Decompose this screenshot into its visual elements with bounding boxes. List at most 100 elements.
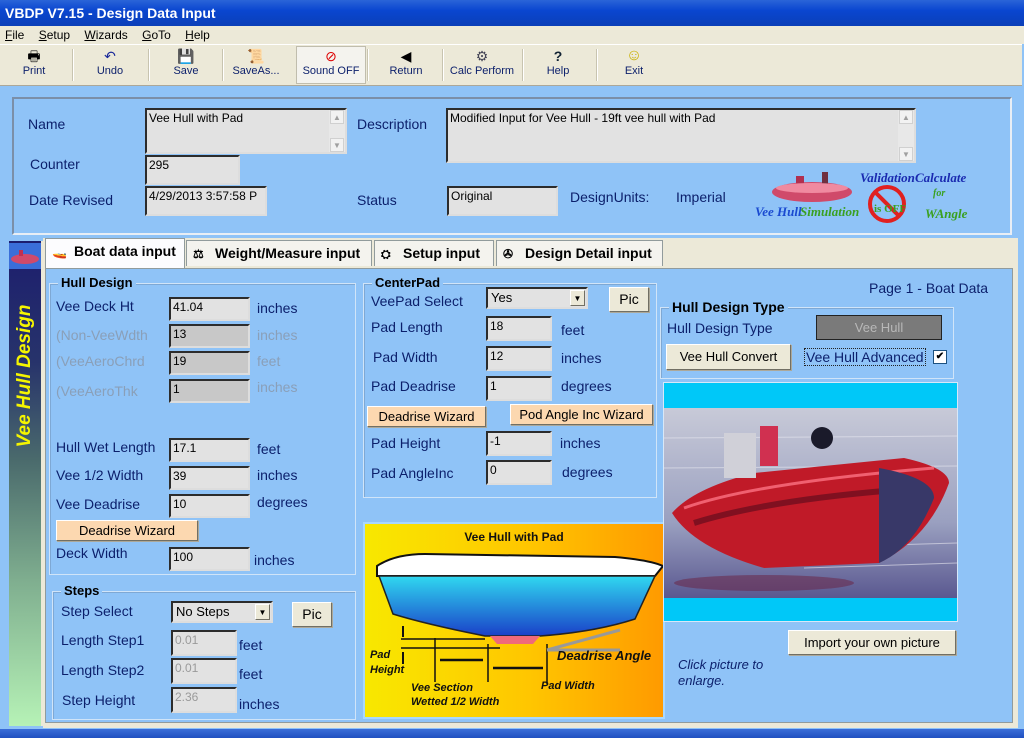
- pad-deadrise-wizard-button[interactable]: Deadrise Wizard: [367, 406, 486, 427]
- date-revised-label: Date Revised: [29, 192, 114, 208]
- vee-deck-ht-input[interactable]: 41.04: [169, 297, 250, 321]
- veepad-select-dropdown[interactable]: Yes ▼: [486, 287, 588, 309]
- undo-button[interactable]: ↶ Undo: [84, 47, 136, 83]
- scroll-up-icon[interactable]: ▲: [899, 110, 913, 124]
- vee-aero-thk-unit: inches: [257, 379, 298, 395]
- description-field[interactable]: Modified Input for Vee Hull - 19ft vee h…: [446, 108, 916, 163]
- non-vee-width-unit: inches: [257, 327, 298, 343]
- sidebar-title: Vee Hull Design: [14, 304, 35, 448]
- vee-hull-simulation-logo[interactable]: Vee Hull Simulation: [755, 168, 860, 226]
- boat-photo[interactable]: [663, 382, 958, 622]
- description-scrollbar[interactable]: ▲ ▼: [898, 110, 914, 161]
- propeller-icon: ✇: [503, 247, 514, 261]
- counter-field[interactable]: 295: [145, 155, 240, 185]
- length-step1-unit: feet: [239, 637, 263, 653]
- sound-off-button[interactable]: ⊘ Sound OFF: [296, 46, 366, 84]
- vee-aero-chord-input[interactable]: 19: [169, 351, 250, 375]
- vee-hull-convert-button[interactable]: Vee Hull Convert: [666, 344, 791, 370]
- tab-boat-data-input[interactable]: 🚤 Boat data input: [45, 238, 185, 268]
- validation-off-logo[interactable]: Validation is OFF: [860, 170, 915, 226]
- pad-width-label: Pad Width: [373, 349, 438, 365]
- deck-width-input[interactable]: 100: [169, 547, 250, 571]
- pad-deadrise-input[interactable]: 1: [486, 376, 552, 401]
- steps-pic-button[interactable]: Pic: [292, 602, 332, 627]
- step-select-label: Step Select: [61, 603, 133, 619]
- boat-logo-icon: [772, 172, 852, 202]
- toolbar: 🖶 Print ↶ Undo 💾 Save 📜 SaveAs... ⊘ Sound OFF…: [0, 44, 1022, 86]
- center-pad-pic-button[interactable]: Pic: [609, 287, 649, 312]
- date-revised-field[interactable]: 4/29/2013 3:57:58 P: [145, 186, 267, 216]
- save-button[interactable]: 💾 Save: [160, 47, 212, 83]
- return-button[interactable]: ◀ Return: [378, 47, 434, 83]
- tab-setup-input[interactable]: ⛭ Setup input: [374, 240, 494, 266]
- vee-half-width-input[interactable]: 39: [169, 466, 250, 490]
- name-scrollbar[interactable]: ▲ ▼: [329, 110, 345, 152]
- calc-perform-button[interactable]: ⚙ Calc Perform: [448, 47, 516, 83]
- length-step2-unit: feet: [239, 666, 263, 682]
- print-button[interactable]: 🖶 Print: [8, 47, 60, 83]
- menu-file[interactable]: File: [5, 26, 24, 44]
- pod-angle-inc-wizard-button[interactable]: Pod Angle Inc Wizard: [510, 404, 653, 425]
- status-field[interactable]: Original: [447, 186, 558, 216]
- pad-height-label: Pad Height: [371, 435, 441, 451]
- hull-cross-section-illustration: [376, 552, 663, 684]
- vee-deck-ht-unit: inches: [257, 300, 298, 316]
- hull-design-type-title: Hull Design Type: [669, 299, 788, 315]
- menu-wizards[interactable]: Wizards: [84, 26, 127, 44]
- hull-design-type-value[interactable]: Vee Hull: [816, 315, 942, 340]
- menu-goto[interactable]: GoTo: [142, 26, 171, 44]
- vee-aero-chord-unit: feet: [257, 353, 281, 369]
- pad-width-unit: inches: [561, 350, 602, 366]
- import-picture-button[interactable]: Import your own picture: [788, 630, 956, 655]
- hull-design-title: Hull Design: [58, 275, 136, 290]
- steps-title: Steps: [61, 583, 103, 598]
- non-vee-width-input[interactable]: 13: [169, 324, 250, 348]
- length-step1-input[interactable]: 0.01: [171, 630, 237, 656]
- name-field[interactable]: Vee Hull with Pad ▲ ▼: [145, 108, 347, 154]
- pad-angle-inc-unit: degrees: [562, 464, 613, 480]
- help-button[interactable]: ? Help: [532, 47, 584, 83]
- pad-deadrise-unit: degrees: [561, 378, 612, 394]
- vee-deadrise-input[interactable]: 10: [169, 494, 250, 518]
- tab-weight-measure-input[interactable]: ⚖ Weight/Measure input: [186, 240, 372, 266]
- boat-thumbnail-icon: [9, 243, 41, 269]
- save-as-button[interactable]: 📜 SaveAs...: [226, 47, 286, 83]
- design-units-value: Imperial: [676, 189, 726, 205]
- hull-deadrise-wizard-button[interactable]: Deadrise Wizard: [56, 520, 198, 541]
- length-step2-input[interactable]: 0.01: [171, 658, 237, 684]
- vee-half-width-unit: inches: [257, 467, 298, 483]
- vee-aero-thk-input[interactable]: 1: [169, 379, 250, 403]
- chevron-down-icon[interactable]: ▼: [570, 290, 585, 306]
- step-select-dropdown[interactable]: No Steps ▼: [171, 601, 273, 623]
- sound-off-icon: ⊘: [325, 48, 337, 64]
- pad-angle-inc-input[interactable]: 0: [486, 460, 552, 485]
- hull-wet-length-input[interactable]: 17.1: [169, 438, 250, 462]
- help-icon: ?: [553, 48, 563, 64]
- vee-hull-advanced-checkbox[interactable]: ✔: [933, 350, 947, 364]
- boat-data-icon: 🚤: [52, 245, 67, 259]
- scroll-down-icon[interactable]: ▼: [899, 147, 913, 161]
- toolbar-separator: [367, 49, 369, 81]
- tab-design-detail-input[interactable]: ✇ Design Detail input: [496, 240, 663, 266]
- pad-width-input[interactable]: 12: [486, 346, 552, 371]
- scroll-up-icon[interactable]: ▲: [330, 110, 344, 124]
- length-step2-label: Length Step2: [61, 662, 145, 678]
- save-as-icon: 📜: [247, 48, 265, 64]
- hull-wet-length-label: Hull Wet Length: [56, 439, 156, 455]
- step-height-input[interactable]: 2.36: [171, 687, 237, 713]
- vee-hull-pad-diagram[interactable]: Vee Hull with Pad Pad Height Vee Section…: [363, 522, 665, 719]
- toolbar-separator: [222, 49, 224, 81]
- menu-setup[interactable]: Setup: [39, 26, 70, 44]
- non-vee-width-label: (Non-VeeWdth: [56, 327, 148, 343]
- pad-height-input[interactable]: -1: [486, 431, 552, 456]
- calculate-wangle-logo[interactable]: Calculate for WAngle: [915, 170, 970, 226]
- exit-button[interactable]: ☺ Exit: [610, 47, 658, 83]
- vee-hull-advanced-label[interactable]: Vee Hull Advanced: [804, 348, 926, 366]
- setup-icon: ⛭: [381, 247, 391, 261]
- chevron-down-icon[interactable]: ▼: [255, 604, 270, 620]
- pad-length-input[interactable]: 18: [486, 316, 552, 341]
- pad-length-unit: feet: [561, 322, 585, 338]
- scroll-down-icon[interactable]: ▼: [330, 138, 344, 152]
- pad-length-label: Pad Length: [371, 319, 443, 335]
- menu-help[interactable]: Help: [185, 26, 210, 44]
